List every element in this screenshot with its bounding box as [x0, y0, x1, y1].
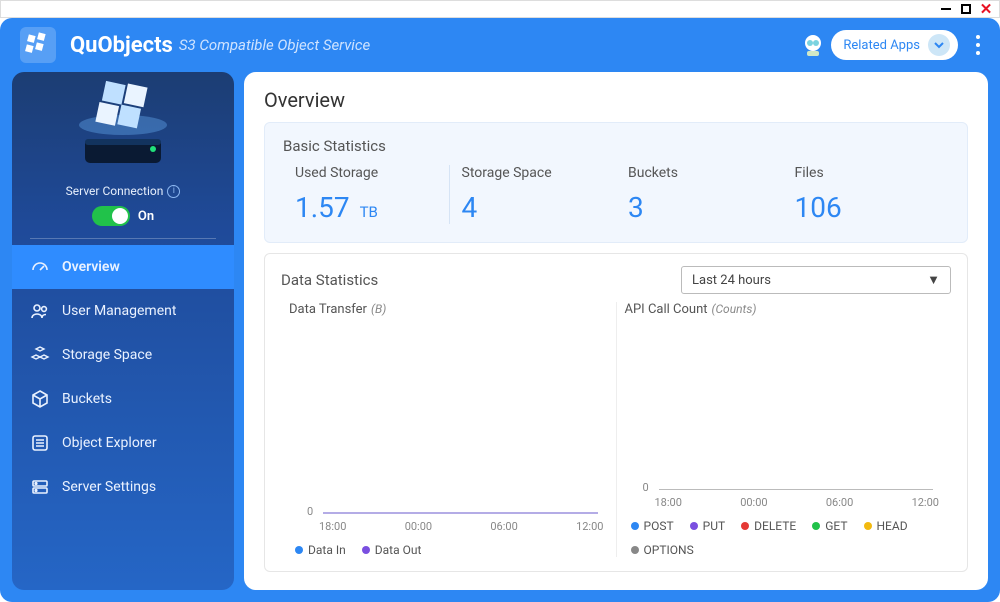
sidebar-item-object-explorer[interactable]: Object Explorer	[12, 421, 234, 465]
legend-item: GET	[812, 519, 847, 533]
sidebar-item-buckets[interactable]: Buckets	[12, 377, 234, 421]
basic-statistics-card: Basic Statistics Used Storage 1.57TB Sto…	[264, 122, 968, 243]
more-menu-button[interactable]	[976, 35, 980, 55]
maximize-button[interactable]	[959, 2, 973, 16]
sidebar-item-label: Buckets	[62, 391, 112, 407]
sidebar-item-label: Object Explorer	[62, 435, 157, 451]
sidebar-nav: Overview User Management Storage Space B…	[12, 245, 234, 509]
sidebar-divider	[30, 238, 216, 239]
minimize-button[interactable]	[939, 2, 953, 16]
app-window: QuObjects S3 Compatible Object Service R…	[0, 18, 1000, 602]
sidebar-item-storage-space[interactable]: Storage Space	[12, 333, 234, 377]
cubes-icon	[30, 345, 50, 365]
caret-down-icon: ▼	[927, 272, 940, 288]
app-subtitle: S3 Compatible Object Service	[179, 36, 370, 54]
stat-buckets: Buckets 3	[616, 165, 783, 224]
stat-used-storage: Used Storage 1.57TB	[283, 165, 450, 224]
server-toggle[interactable]	[92, 206, 130, 226]
chevron-down-icon	[928, 34, 950, 56]
window-titlebar: ✕	[0, 0, 1000, 18]
server-icon	[30, 477, 50, 497]
time-range-selected: Last 24 hours	[692, 273, 771, 288]
sidebar-item-overview[interactable]: Overview	[12, 245, 234, 289]
basic-stats-title: Basic Statistics	[283, 137, 949, 155]
chart-legend: POST PUT DELETE GET HEAD OPTIONS	[625, 519, 944, 557]
chart-legend: Data In Data Out	[289, 543, 608, 557]
legend-item: Data Out	[362, 543, 422, 557]
stat-storage-space: Storage Space 4	[450, 165, 617, 224]
sidebar-item-label: User Management	[62, 303, 176, 319]
list-icon	[30, 433, 50, 453]
data-statistics-card: Data Statistics Last 24 hours ▼ Data Tra…	[264, 253, 968, 572]
api-call-chart: API Call Count(Counts) 0 18:0000:0006:00…	[616, 302, 952, 557]
legend-item: DELETE	[741, 519, 796, 533]
sidebar-item-user-management[interactable]: User Management	[12, 289, 234, 333]
x-axis-ticks: 18:0000:0006:0012:00	[625, 494, 944, 509]
app-name: QuObjects	[70, 33, 173, 58]
app-logo-icon	[20, 27, 56, 63]
stat-files: Files 106	[783, 165, 950, 224]
legend-item: POST	[631, 519, 674, 533]
server-connection-label: Server Connection i	[12, 184, 234, 198]
sidebar: Server Connection i On Overview User Man…	[12, 72, 234, 590]
legend-item: OPTIONS	[631, 543, 694, 557]
users-icon	[30, 301, 50, 321]
data-transfer-chart: Data Transfer(B) 0 18:0000:0006:0012:00 …	[281, 302, 616, 557]
gauge-icon	[30, 257, 50, 277]
main-content: Overview Basic Statistics Used Storage 1…	[244, 72, 988, 590]
assistant-icon[interactable]	[799, 31, 827, 59]
related-apps-button[interactable]: Related Apps	[831, 30, 958, 60]
server-toggle-state: On	[138, 209, 154, 224]
time-range-select[interactable]: Last 24 hours ▼	[681, 266, 951, 294]
sidebar-item-server-settings[interactable]: Server Settings	[12, 465, 234, 509]
server-illustration	[12, 72, 234, 182]
related-apps-label: Related Apps	[843, 38, 920, 53]
sidebar-item-label: Server Settings	[62, 479, 156, 495]
sidebar-item-label: Overview	[62, 259, 120, 275]
close-button[interactable]: ✕	[979, 2, 993, 16]
legend-item: Data In	[295, 543, 346, 557]
page-title: Overview	[264, 88, 968, 112]
cube-icon	[30, 389, 50, 409]
legend-item: HEAD	[864, 519, 908, 533]
data-stats-title: Data Statistics	[281, 271, 681, 289]
info-icon[interactable]: i	[167, 185, 180, 198]
x-axis-ticks: 18:0000:0006:0012:00	[289, 518, 608, 533]
sidebar-item-label: Storage Space	[62, 347, 152, 363]
legend-item: PUT	[690, 519, 726, 533]
app-header: QuObjects S3 Compatible Object Service R…	[0, 18, 1000, 72]
